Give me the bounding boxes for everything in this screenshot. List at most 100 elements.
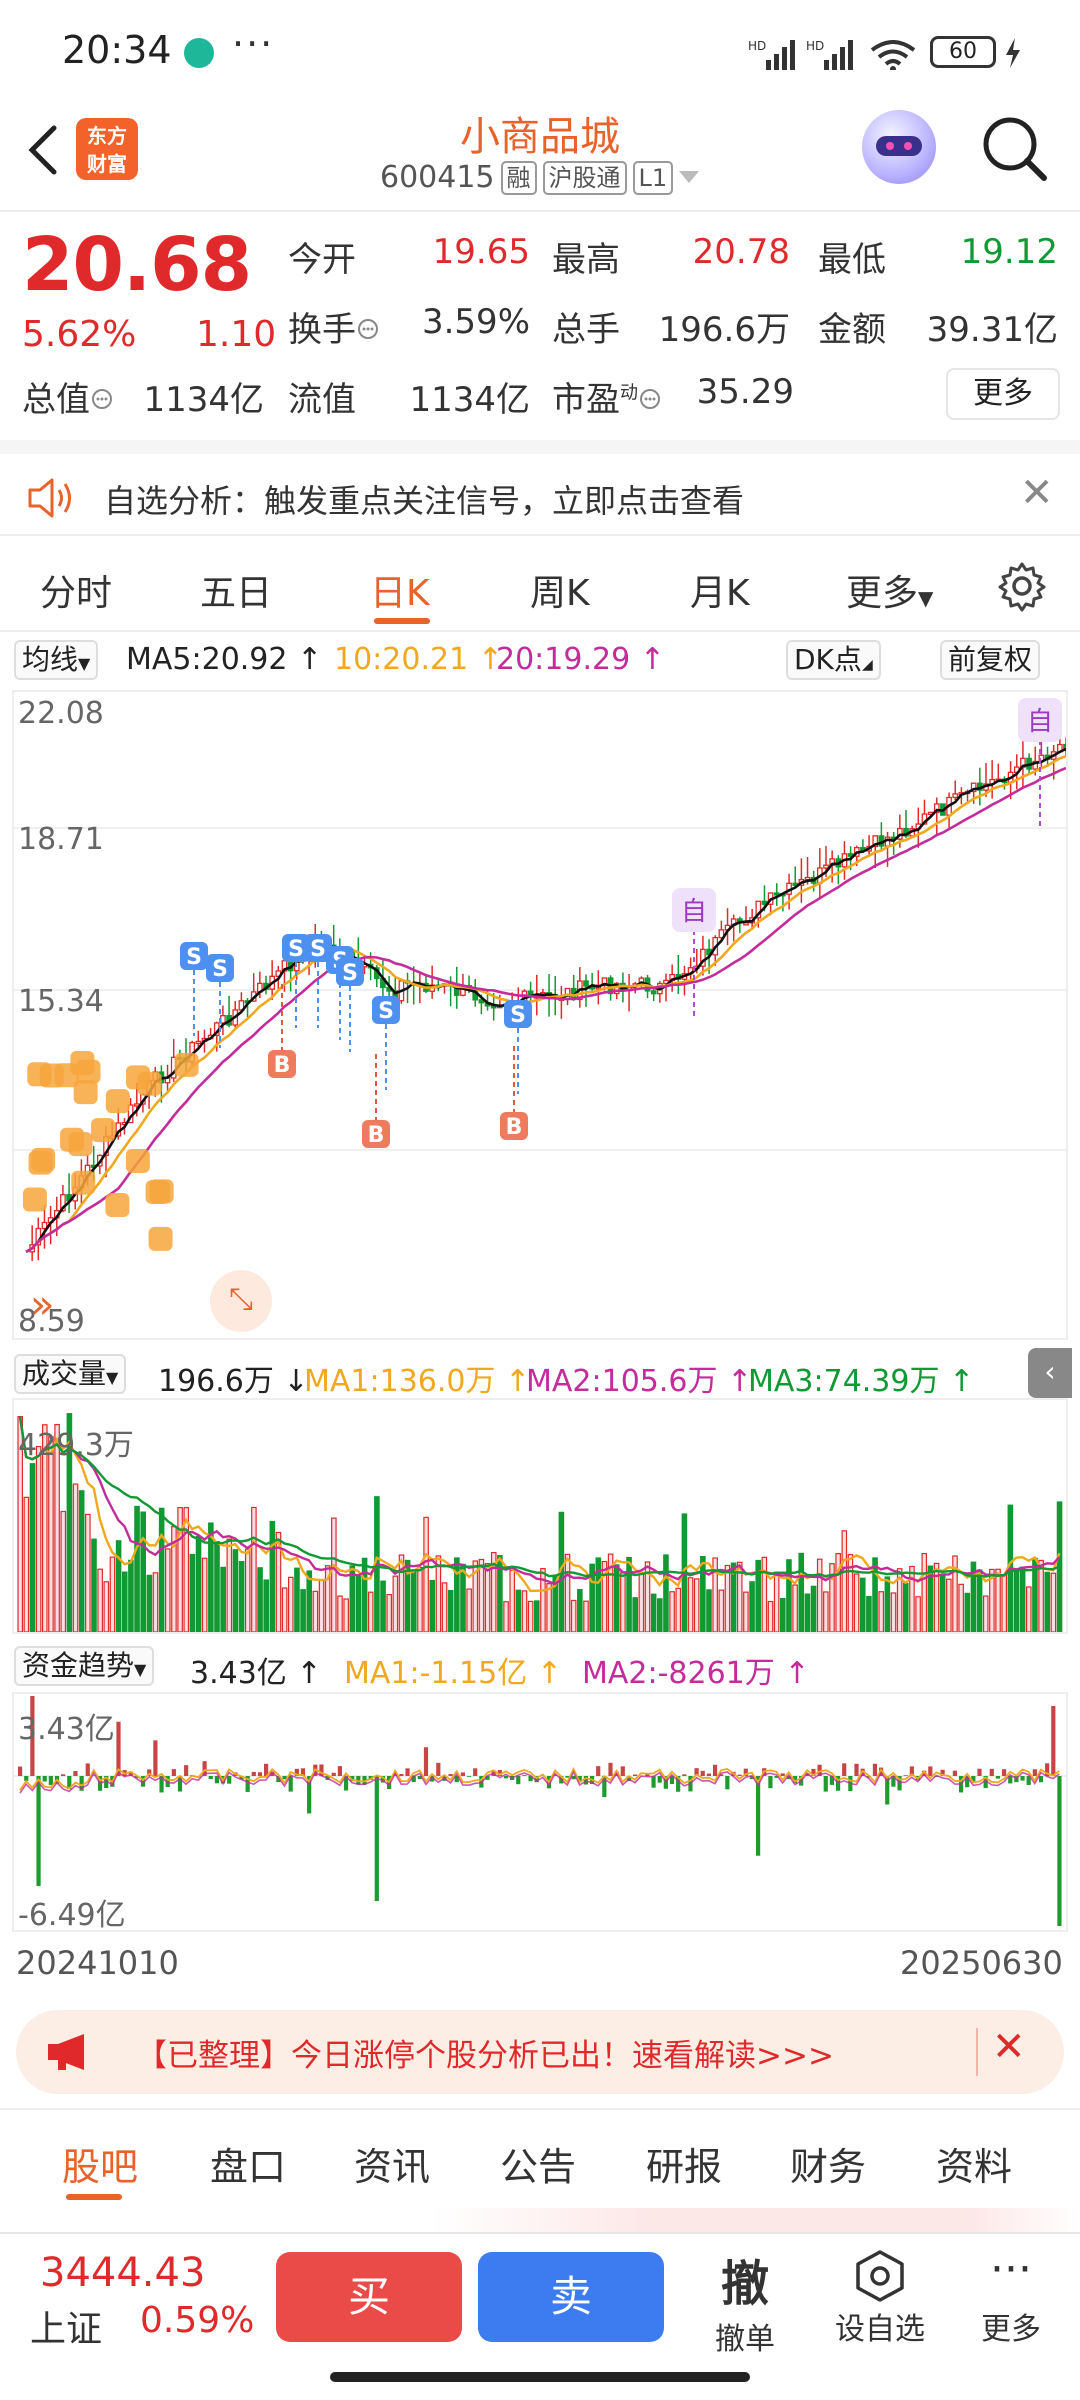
fund-bar <box>952 1770 957 1776</box>
fund-bar <box>331 1772 336 1776</box>
volume-bar <box>484 1563 491 1633</box>
tab-forum[interactable]: 股吧 <box>62 2136 138 2191</box>
fund-selector[interactable]: 资金趋势▼ <box>14 1646 155 1686</box>
volume-bar <box>798 1552 805 1633</box>
quote-more-button[interactable]: 更多 <box>946 368 1060 420</box>
sell-signal-marker-text: S <box>288 937 304 962</box>
volume-bar <box>724 1564 731 1633</box>
tab-daily-k[interactable]: 日K <box>370 564 430 616</box>
volume-bar <box>620 1572 626 1633</box>
float-cap-label: 流值 <box>288 380 356 420</box>
fund-bar <box>977 1768 982 1776</box>
volume-bar <box>872 1557 878 1633</box>
collapse-left-icon[interactable]: » <box>30 1282 54 1328</box>
assistant-avatar[interactable] <box>862 110 936 184</box>
volume-bar <box>946 1578 952 1633</box>
fund-bar <box>842 1763 847 1776</box>
candle-body <box>133 1103 140 1107</box>
tab-profile[interactable]: 资料 <box>936 2136 1012 2191</box>
volume-bar <box>288 1576 294 1633</box>
signal-icon-2: HD <box>806 39 853 70</box>
fund-trend-chart[interactable]: 3.43亿 -6.49亿 <box>12 1692 1068 1933</box>
volume-bar <box>786 1559 792 1633</box>
volume-bar <box>343 1598 349 1633</box>
volume-ma1: MA1:136.0万 ↑ <box>304 1364 531 1399</box>
volume-bar <box>269 1520 276 1633</box>
more-actions-button[interactable]: ··· 更多 <box>966 2248 1056 2348</box>
pe-label[interactable]: 市盈动 <box>552 372 662 421</box>
cancel-order-button[interactable]: 撤 撤单 <box>700 2244 790 2358</box>
fund-bar <box>522 1775 527 1776</box>
expand-icon[interactable]: ⤡ <box>210 1270 272 1332</box>
close-icon[interactable]: ✕ <box>1020 470 1054 516</box>
volume-bar <box>423 1516 429 1633</box>
volume-bar <box>521 1590 528 1633</box>
volume-bar <box>121 1571 128 1633</box>
index-ticker[interactable]: 3444.43 上证 0.59% <box>0 2234 260 2364</box>
volume-bar <box>878 1591 885 1633</box>
fund-bar <box>257 1772 263 1776</box>
search-icon[interactable] <box>980 114 1050 184</box>
promo-banner[interactable]: 【已整理】今日涨停个股分析已出！速看解读>>> ✕ <box>16 2010 1064 2094</box>
market-cap-label[interactable]: 总值 <box>22 372 114 421</box>
volume-bar <box>577 1589 583 1633</box>
cancel-icon: 撤 <box>720 2256 769 2312</box>
content-preview-strip <box>0 2208 1080 2232</box>
tab-intraday[interactable]: 分时 <box>40 564 112 616</box>
candle-body <box>650 990 657 995</box>
close-icon[interactable]: ✕ <box>992 2024 1026 2070</box>
tab-monthly-k[interactable]: 月K <box>690 564 750 616</box>
volume-bar <box>669 1591 675 1633</box>
gear-icon[interactable] <box>996 560 1048 612</box>
turnover-label[interactable]: 换手 <box>288 302 380 351</box>
collapse-panel-icon[interactable]: ‹ <box>1028 1348 1072 1398</box>
volume-bar <box>1013 1568 1020 1633</box>
indicator-selector[interactable]: 均线▼ <box>14 640 99 680</box>
add-watchlist-button[interactable]: 设自选 <box>830 2248 930 2348</box>
tab-finance[interactable]: 财务 <box>790 2136 866 2191</box>
volume-current: 196.6万 ↓ <box>158 1364 309 1399</box>
volume-bar <box>982 1595 989 1633</box>
volume-bar <box>915 1596 921 1633</box>
tab-more[interactable]: 更多▼ <box>846 564 933 616</box>
volume-bar <box>841 1530 848 1633</box>
tab-five-day[interactable]: 五日 <box>200 564 272 616</box>
tab-orderbook[interactable]: 盘口 <box>210 2136 286 2191</box>
volume-bar <box>564 1553 571 1633</box>
tab-weekly-k[interactable]: 周K <box>530 564 590 616</box>
volume-selector[interactable]: 成交量▼ <box>14 1354 127 1394</box>
volume-ma3: MA3:74.39万 ↑ <box>748 1364 975 1399</box>
price-axis-3: 15.34 <box>18 984 104 1019</box>
stock-code-row[interactable]: 600415 融 沪股通 L1 <box>380 160 700 195</box>
volume-bar <box>810 1585 817 1633</box>
candle-body <box>952 793 959 799</box>
kline-chart[interactable]: SSSSSSSSBBB自自 22.08 18.71 15.34 8.59 ⤡ » <box>12 690 1069 1340</box>
sell-button[interactable]: 卖 <box>478 2252 664 2342</box>
dk-point-selector[interactable]: DK点◢ <box>786 640 881 680</box>
home-indicator[interactable] <box>330 2372 750 2382</box>
high-label: 最高 <box>552 240 620 280</box>
volume-bar <box>743 1591 749 1633</box>
fund-svg <box>14 1696 1066 1926</box>
volume-bar <box>1038 1559 1044 1633</box>
low-label: 最低 <box>818 240 886 280</box>
open-label: 今开 <box>288 240 356 280</box>
buy-button[interactable]: 买 <box>276 2252 462 2342</box>
dropdown-icon: ▼ <box>918 586 934 610</box>
date-end: 20250630 <box>900 1944 1063 1982</box>
tab-research[interactable]: 研报 <box>646 2136 722 2191</box>
fund-axis-bottom: -6.49亿 <box>18 1898 126 1933</box>
kline-svg[interactable]: SSSSSSSSBBB自自 <box>14 692 1069 1338</box>
volume-chart[interactable]: 429.3万 <box>12 1398 1068 1634</box>
volume-bar <box>884 1576 891 1633</box>
volume-bar <box>650 1593 657 1633</box>
fund-bar <box>153 1740 158 1776</box>
volume-bar <box>72 1483 79 1633</box>
adjust-selector[interactable]: 前复权 <box>940 640 1041 680</box>
tab-news[interactable]: 资讯 <box>354 2136 430 2191</box>
alert-banner[interactable]: 自选分析：触发重点关注信号，立即点击查看 ✕ <box>0 440 1080 536</box>
amount-value: 39.31亿 <box>926 310 1058 350</box>
sell-signal-marker-text: S <box>186 945 202 970</box>
volume-bar <box>220 1566 226 1633</box>
tab-announcements[interactable]: 公告 <box>500 2136 576 2191</box>
